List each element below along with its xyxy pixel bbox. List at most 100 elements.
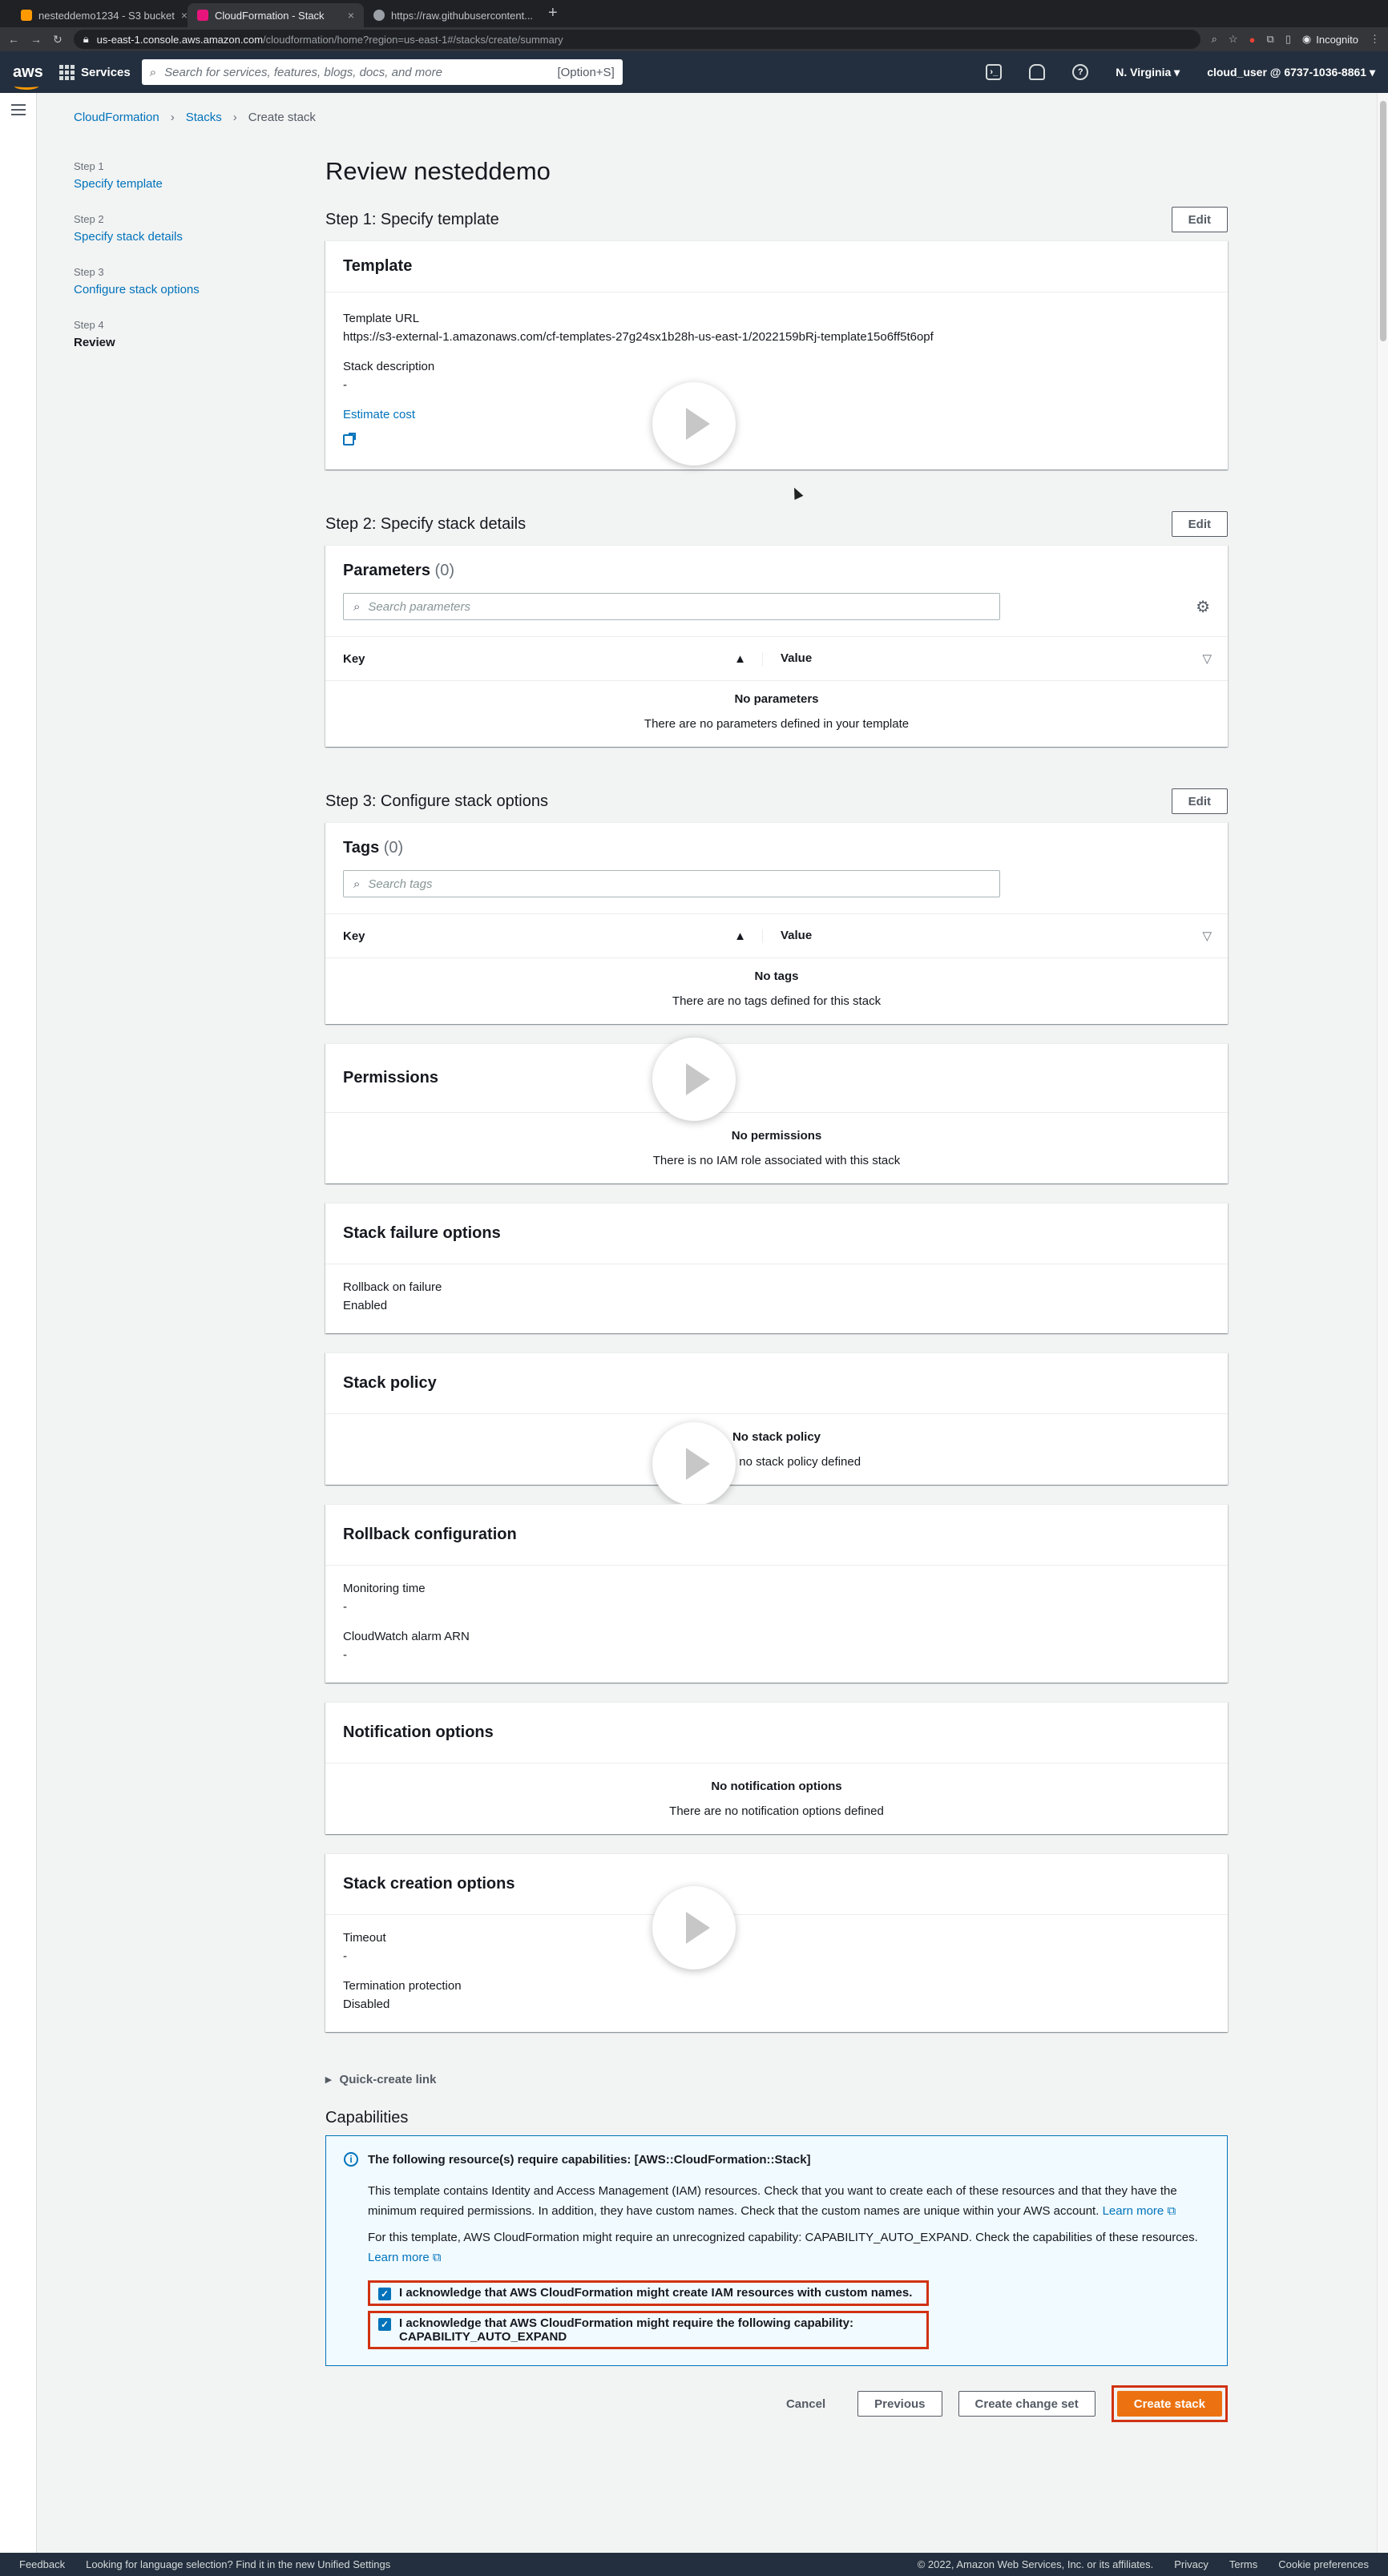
- side-nav-rail: [0, 93, 37, 2553]
- tab-title: https://raw.githubusercontent...: [391, 9, 534, 22]
- browser-tab[interactable]: nesteddemo1234 - S3 bucket ×: [11, 3, 188, 27]
- cancel-button[interactable]: Cancel: [770, 2397, 841, 2411]
- sort-asc-icon[interactable]: ▲: [734, 929, 746, 943]
- ack-iam-checkbox[interactable]: ✓ I acknowledge that AWS CloudFormation m…: [368, 2280, 929, 2306]
- stack-policy-card: Stack policy No stack policy There is no …: [325, 1353, 1228, 1506]
- sort-asc-icon[interactable]: ▲: [734, 652, 746, 666]
- breadcrumb: CloudFormation › Stacks › Create stack: [74, 111, 316, 124]
- external-link-icon[interactable]: ⧉: [1167, 2204, 1176, 2218]
- step-number: Step 3: [74, 266, 104, 278]
- video-play-icon[interactable]: [652, 1886, 736, 1969]
- step-link-specify-template[interactable]: Specify template: [74, 177, 282, 191]
- search-tags-input[interactable]: ⌕ Search tags: [343, 870, 1000, 897]
- capabilities-heading: Capabilities: [325, 2109, 409, 2127]
- sidebar-icon[interactable]: ▯: [1285, 33, 1291, 46]
- chevron-right-icon: ›: [232, 111, 237, 124]
- language-notice[interactable]: Looking for language selection? Find it …: [86, 2558, 390, 2570]
- back-icon[interactable]: ←: [8, 33, 19, 46]
- url-path: /cloudformation/home?region=us-east-1#/s…: [263, 33, 563, 46]
- privacy-link[interactable]: Privacy: [1174, 2558, 1208, 2570]
- terms-link[interactable]: Terms: [1229, 2558, 1257, 2570]
- extension-icon[interactable]: ●: [1249, 34, 1256, 46]
- empty-text: There are no notification options define…: [669, 1804, 884, 1818]
- edit-step2-button[interactable]: Edit: [1171, 511, 1228, 537]
- search-parameters-input[interactable]: ⌕ Search parameters: [343, 593, 1000, 620]
- external-link-icon[interactable]: [343, 433, 356, 445]
- close-tab-icon[interactable]: ×: [181, 9, 188, 22]
- scrollbar-thumb[interactable]: [1380, 101, 1386, 341]
- services-menu[interactable]: Services: [59, 64, 131, 80]
- checkbox-checked-icon[interactable]: ✓: [378, 2318, 391, 2331]
- address-bar-row: ← → ↻ 🔒︎ us-east-1.console.aws.amazon.co…: [0, 27, 1388, 51]
- search-icon: ⌕: [353, 877, 361, 891]
- estimate-cost-link[interactable]: Estimate cost: [343, 408, 1210, 421]
- region-selector[interactable]: N. Virginia ▾: [1116, 66, 1180, 79]
- menu-icon[interactable]: [11, 101, 26, 119]
- cloudformation-favicon-icon: [197, 10, 208, 21]
- checkbox-checked-icon[interactable]: ✓: [378, 2288, 391, 2300]
- search-placeholder: Search tags: [368, 877, 433, 891]
- empty-title: No permissions: [731, 1129, 822, 1143]
- search-shortcut: [Option+S]: [557, 65, 615, 79]
- page-scrollbar[interactable]: [1377, 93, 1388, 2553]
- close-tab-icon[interactable]: ×: [348, 9, 354, 22]
- forward-icon[interactable]: →: [30, 33, 42, 46]
- help-icon[interactable]: ?: [1072, 64, 1089, 80]
- caret-right-icon: ▸: [325, 2073, 332, 2086]
- create-change-set-button[interactable]: Create change set: [958, 2391, 1095, 2417]
- video-play-icon[interactable]: [652, 1422, 736, 1506]
- settings-gear-icon[interactable]: ⚙: [1196, 597, 1210, 617]
- quick-create-link-expander[interactable]: ▸ Quick-create link: [325, 2072, 1228, 2087]
- video-play-icon[interactable]: [652, 1038, 736, 1121]
- column-value[interactable]: Value: [781, 929, 812, 943]
- card-title: Stack failure options: [343, 1224, 501, 1242]
- zoom-icon[interactable]: ⌕: [1212, 33, 1217, 46]
- bell-icon[interactable]: [1029, 64, 1046, 80]
- url-input[interactable]: 🔒︎ us-east-1.console.aws.amazon.com/clou…: [73, 30, 1200, 49]
- step-link-stack-options[interactable]: Configure stack options: [74, 283, 282, 296]
- table-header: Key ▲ Value ▽: [325, 913, 1228, 958]
- sort-desc-icon[interactable]: ▽: [1202, 651, 1212, 666]
- column-value[interactable]: Value: [781, 651, 812, 666]
- feedback-link[interactable]: Feedback: [19, 2558, 65, 2570]
- browser-tab[interactable]: https://raw.githubusercontent...×: [364, 3, 540, 27]
- timeout-label: Timeout: [343, 1931, 386, 1945]
- kebab-menu-icon[interactable]: ⋮: [1370, 33, 1380, 46]
- edit-step3-button[interactable]: Edit: [1171, 788, 1228, 814]
- column-key[interactable]: Key: [343, 929, 365, 943]
- learn-more-link[interactable]: Learn more: [1103, 2204, 1164, 2218]
- aws-logo[interactable]: aws: [13, 63, 45, 90]
- browser-tab-active[interactable]: CloudFormation - Stack ×: [188, 3, 364, 27]
- rollback-value: Enabled: [343, 1299, 388, 1312]
- edit-step1-button[interactable]: Edit: [1171, 207, 1228, 232]
- page-title: Review nesteddemo: [325, 157, 551, 185]
- new-tab-icon[interactable]: +: [540, 4, 566, 27]
- incognito-indicator[interactable]: ◉ Incognito: [1302, 33, 1358, 46]
- previous-button[interactable]: Previous: [857, 2391, 942, 2417]
- template-url-value: https://s3-external-1.amazonaws.com/cf-t…: [343, 330, 934, 344]
- puzzle-icon[interactable]: ⧉: [1266, 33, 1273, 46]
- console-search-input[interactable]: ⌕ Search for services, features, blogs, …: [141, 59, 623, 85]
- create-stack-button[interactable]: Create stack: [1116, 2391, 1222, 2417]
- sort-desc-icon[interactable]: ▽: [1202, 929, 1212, 943]
- account-menu[interactable]: cloud_user @ 6737-1036-8861 ▾: [1207, 66, 1375, 79]
- notification-empty-state: No notification options There are no noti…: [325, 1764, 1228, 1834]
- step-link-stack-details[interactable]: Specify stack details: [74, 230, 282, 244]
- learn-more-link[interactable]: Learn more: [368, 2251, 430, 2264]
- breadcrumb-stacks[interactable]: Stacks: [186, 111, 222, 124]
- ack-auto-expand-checkbox[interactable]: ✓ I acknowledge that AWS CloudFormation m…: [368, 2311, 929, 2349]
- reload-icon[interactable]: ↻: [53, 33, 63, 46]
- breadcrumb-cloudformation[interactable]: CloudFormation: [74, 111, 159, 124]
- star-icon[interactable]: ☆: [1229, 33, 1238, 46]
- rollback-configuration-card: Rollback configuration Monitoring time - …: [325, 1504, 1228, 1683]
- url-host: us-east-1.console.aws.amazon.com: [96, 33, 264, 46]
- column-key[interactable]: Key: [343, 652, 365, 666]
- monitoring-time-label: Monitoring time: [343, 1582, 426, 1595]
- search-icon: ⌕: [353, 599, 361, 614]
- parameters-empty-state: No parameters There are no parameters def…: [325, 681, 1228, 747]
- video-play-icon[interactable]: [652, 382, 736, 466]
- empty-text: There are no tags defined for this stack: [672, 994, 882, 1008]
- external-link-icon[interactable]: ⧉: [433, 2251, 442, 2264]
- cookie-preferences-link[interactable]: Cookie preferences: [1278, 2558, 1369, 2570]
- cloudshell-icon[interactable]: ›_: [986, 64, 1003, 80]
